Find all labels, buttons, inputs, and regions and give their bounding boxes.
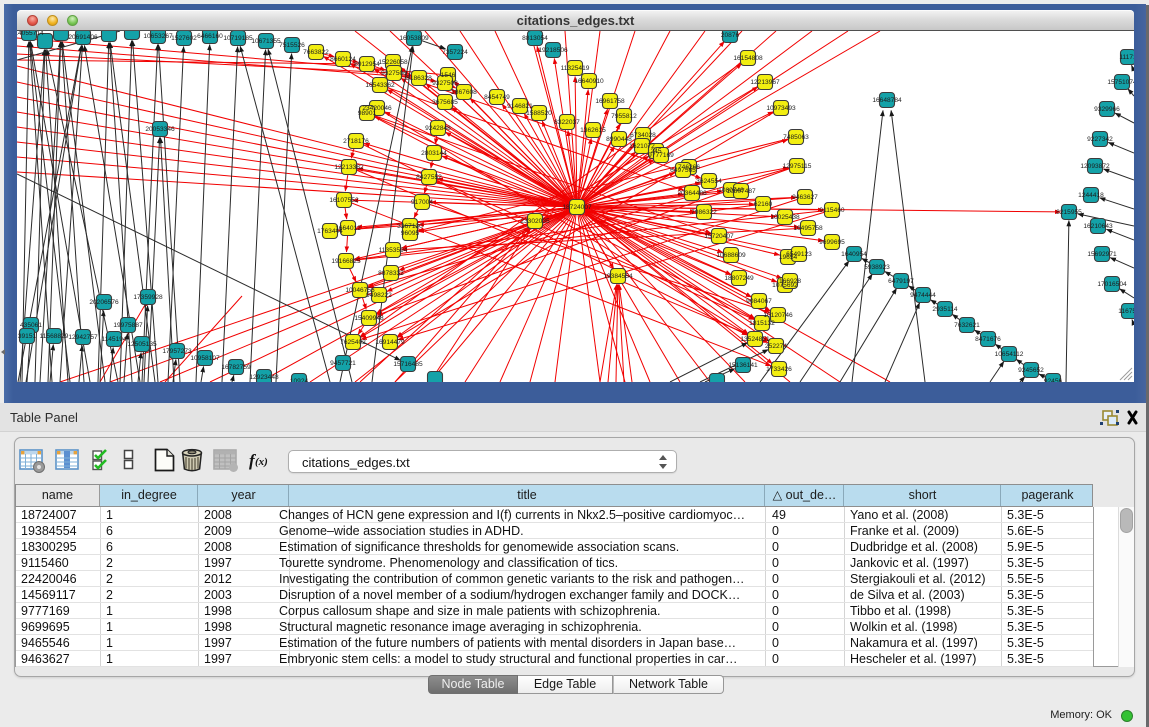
svg-text:f: f bbox=[249, 451, 257, 470]
svg-text:(x): (x) bbox=[255, 456, 268, 468]
